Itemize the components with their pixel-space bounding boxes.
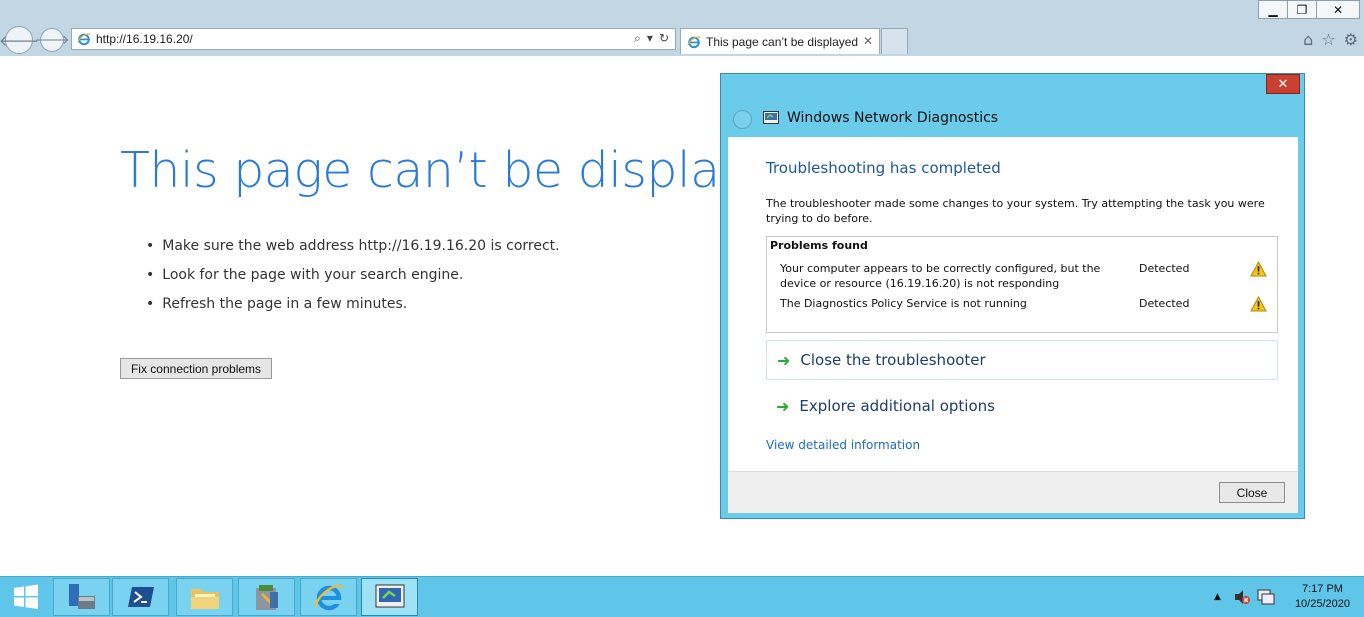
show-hidden-icons-arrow-icon[interactable]: ▲ [1214,592,1221,602]
close-troubleshooter-link[interactable]: ➜ Close the troubleshooter [766,340,1278,380]
tab-current[interactable]: This page can’t be displayed ✕ [680,28,880,54]
refresh-icon[interactable]: ↻ [659,31,669,46]
clock-time: 7:17 PM [1301,583,1343,595]
problem-text: The Diagnostics Policy Service is not ru… [780,297,1027,310]
toolbar-icons: ⌂ ☆ ⚙ [1303,30,1358,49]
server-manager-icon [68,584,95,609]
back-button[interactable]: 🡐 [0,26,39,54]
ie-page-icon [77,33,91,46]
forward-button[interactable]: 🡒 [35,28,69,52]
close-tab-icon[interactable]: ✕ [863,34,873,48]
minimize-button[interactable]: ▁ [1258,0,1288,19]
problem-text: Your computer appears to be correctly co… [780,262,1101,290]
explore-additional-options-link[interactable]: ➜ Explore additional options [766,386,1278,426]
close-troubleshooter-label: Close the troubleshooter [800,351,986,369]
file-explorer-icon [190,589,219,609]
close-window-button[interactable]: ✕ [1316,0,1360,19]
green-arrow-icon: ➜ [776,396,790,416]
settings-gear-icon[interactable]: ⚙ [1344,30,1358,49]
arrow-left-icon: 🡐 [0,31,40,50]
problem-row: Your computer appears to be correctly co… [780,261,1270,293]
system-tray: ▲ 7:17 PM 10/25/2020 [1214,577,1364,617]
arrow-right-icon: 🡒 [34,33,70,48]
dropdown-icon[interactable]: ▾ [647,31,653,46]
tray-icons [1233,588,1275,606]
tip-item: Make sure the web address http://16.19.1… [146,238,559,267]
fix-connection-problems-button[interactable]: Fix connection problems [120,358,272,379]
network-icon[interactable] [1257,588,1275,606]
problem-row: The Diagnostics Policy Service is not ru… [780,296,1270,314]
diagnostics-content: Troubleshooting has completed The troubl… [728,137,1298,471]
address-text[interactable]: http://16.19.16.20/ [96,32,193,46]
problem-status: Detected [1139,297,1190,310]
tip-item: Refresh the page in a few minutes. [146,296,560,325]
diagnostics-message: The troubleshooter made some changes to … [766,197,1265,225]
powershell-icon [127,587,154,607]
warning-icon [1250,261,1267,277]
search-icon[interactable]: ⌕ [634,31,641,46]
tip-item: Look for the page with your search engin… [146,267,560,296]
diagnostics-heading: Troubleshooting has completed [766,159,1001,177]
diagnostics-close-button[interactable]: Close [1219,482,1285,503]
admin-tools-icon [255,585,278,610]
internet-explorer-icon [313,584,344,611]
clock[interactable]: 7:17 PM 10/25/2020 [1295,582,1350,612]
network-diagnostics-icon [763,111,779,124]
taskbar-internet-explorer[interactable] [300,578,357,616]
taskbar: ▲ 7:17 PM 10/25/2020 [0,576,1364,617]
network-diagnostics-window: ✕ Windows Network Diagnostics Troublesho… [720,73,1305,519]
taskbar-powershell[interactable] [112,578,169,616]
new-tab-button[interactable] [881,28,908,54]
view-detailed-information-link[interactable]: View detailed information [766,438,920,452]
address-bar[interactable]: http://16.19.16.20/ ⌕ ▾ ↻ [71,28,676,50]
window-controls: ▁ ❐ ✕ [1258,0,1360,20]
speaker-muted-icon[interactable] [1233,588,1251,606]
taskbar-network-diagnostics[interactable] [361,578,418,616]
diagnostics-window-title: Windows Network Diagnostics [787,110,999,126]
green-arrow-icon: ➜ [777,350,791,370]
tips-list: Make sure the web address http://16.19.1… [146,238,560,325]
windows-logo-icon [14,584,38,609]
taskbar-file-explorer[interactable] [176,578,233,616]
address-tools: ⌕ ▾ ↻ [634,31,669,46]
browser-chrome: ▁ ❐ ✕ 🡐 🡒 http://16.19.16.20/ ⌕ ▾ ↻ This… [0,0,1364,56]
taskbar-admin-tools[interactable] [238,578,295,616]
restore-button[interactable]: ❐ [1287,0,1317,19]
start-button[interactable] [0,577,52,617]
network-diagnostics-icon [375,584,404,608]
diagnostics-back-button[interactable] [733,110,752,129]
clock-date: 10/25/2020 [1294,598,1350,610]
diagnostics-footer: Close [728,471,1298,513]
favorites-star-icon[interactable]: ☆ [1321,30,1335,49]
diagnostics-close-x-button[interactable]: ✕ [1266,74,1300,94]
page-title: This page can’t be displayed [120,142,809,199]
problems-header: Problems found [770,239,868,252]
explore-options-label: Explore additional options [799,397,995,415]
tab-title: This page can’t be displayed [706,34,859,49]
warning-icon [1250,296,1267,312]
problem-status: Detected [1139,262,1190,275]
problems-found-box: Problems found Your computer appears to … [766,236,1278,333]
home-icon[interactable]: ⌂ [1303,30,1313,49]
ie-tab-icon [687,36,701,48]
taskbar-server-manager[interactable] [53,578,110,616]
